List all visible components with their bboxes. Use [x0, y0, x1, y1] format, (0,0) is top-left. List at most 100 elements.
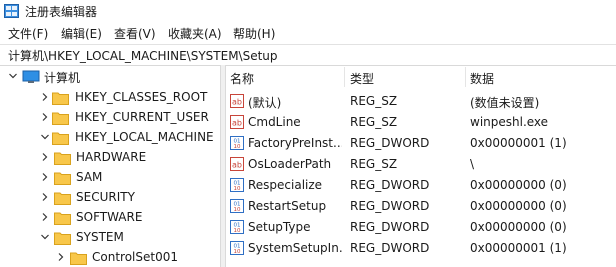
value-name: (默认): [248, 96, 282, 110]
tree-item-computer[interactable]: 计算机: [0, 67, 220, 87]
chevron-down-icon[interactable]: [8, 71, 18, 81]
value-data: 0x00000000 (0): [470, 220, 567, 234]
binary-value-icon: 0110: [230, 178, 244, 192]
folder-open-icon: [52, 132, 69, 145]
tree-item-system[interactable]: SYSTEM: [0, 228, 220, 248]
column-divider[interactable]: [465, 67, 466, 87]
tree-item-controlset001[interactable]: ControlSet001: [0, 248, 220, 267]
value-name: OsLoaderPath: [248, 157, 332, 171]
tree-item-hkey-local-machine[interactable]: HKEY_LOCAL_MACHINE: [0, 128, 220, 148]
string-value-icon: ab: [230, 115, 244, 129]
value-name: Respecialize: [248, 178, 323, 192]
binary-value-icon: 0110: [230, 241, 244, 255]
folder-open-icon: [54, 232, 71, 245]
value-row[interactable]: ab CmdLine REG_SZ winpeshl.exe: [226, 112, 616, 133]
column-divider[interactable]: [344, 67, 345, 87]
string-value-icon: ab: [230, 157, 244, 171]
folder-icon: [70, 252, 87, 265]
menu-edit[interactable]: 编辑(E): [61, 25, 102, 42]
value-data: 0x00000001 (1): [470, 241, 567, 255]
tree-label: HKEY_CLASSES_ROOT: [75, 90, 208, 104]
tree-label: HKEY_CURRENT_USER: [75, 110, 209, 124]
menu-view[interactable]: 查看(V): [114, 25, 156, 42]
chevron-down-icon[interactable]: [40, 132, 50, 142]
value-list[interactable]: 名称 类型 数据 ab (默认) REG_SZ (数值未设置) ab CmdLi…: [226, 65, 616, 267]
folder-icon: [54, 152, 71, 165]
chevron-down-icon[interactable]: [40, 232, 50, 242]
tree-item-hkey-current-user[interactable]: HKEY_CURRENT_USER: [0, 108, 220, 128]
menu-help[interactable]: 帮助(H): [233, 25, 275, 42]
value-row[interactable]: 01 10 RestartSetup REG_DWORD 0x00000000 (…: [226, 196, 616, 217]
binary-value-icon: 0110: [230, 199, 244, 213]
folder-icon: [54, 192, 71, 205]
svg-text:ab: ab: [232, 98, 242, 107]
chevron-right-icon[interactable]: [56, 252, 66, 262]
value-name: RestartSetup: [248, 199, 327, 213]
value-row[interactable]: 01 10 Respecialize REG_DWORD 0x00000000 (…: [226, 175, 616, 196]
computer-icon: [22, 70, 40, 83]
folder-icon: [54, 172, 71, 185]
chevron-right-icon[interactable]: [40, 172, 50, 182]
value-row[interactable]: 01 10 SystemSetupIn... REG_DWORD 0x000000…: [226, 238, 616, 259]
tree-item-software[interactable]: SOFTWARE: [0, 208, 220, 228]
svg-text:ab: ab: [232, 161, 242, 170]
value-data: winpeshl.exe: [470, 115, 549, 129]
tree-label: SYSTEM: [76, 230, 124, 244]
tree-label: SAM: [76, 170, 103, 184]
chevron-right-icon[interactable]: [40, 92, 50, 102]
string-value-icon: ab: [230, 94, 244, 108]
value-name: SystemSetupIn...: [248, 241, 342, 255]
value-row[interactable]: 01 10 FactoryPreInst... REG_DWORD 0x00000…: [226, 133, 616, 154]
tree-item-security[interactable]: SECURITY: [0, 188, 220, 208]
value-data: 0x00000001 (1): [470, 136, 567, 150]
tree-item-sam[interactable]: SAM: [0, 168, 220, 188]
tree-item-hardware[interactable]: HARDWARE: [0, 148, 220, 168]
chevron-right-icon[interactable]: [40, 152, 50, 162]
svg-text:10: 10: [234, 144, 241, 150]
menu-bar: 文件(F) 编辑(E) 查看(V) 收藏夹(A) 帮助(H): [0, 22, 616, 44]
value-type: REG_DWORD: [350, 220, 430, 234]
list-header: 名称 类型 数据: [226, 65, 616, 89]
tree-item-hkey-classes-root[interactable]: HKEY_CLASSES_ROOT: [0, 88, 220, 108]
value-row[interactable]: ab (默认) REG_SZ (数值未设置): [226, 91, 616, 112]
value-name: SetupType: [248, 220, 311, 234]
svg-text:10: 10: [234, 228, 241, 234]
svg-text:10: 10: [234, 249, 241, 255]
chevron-right-icon[interactable]: [40, 212, 50, 222]
address-bar[interactable]: 计算机\HKEY_LOCAL_MACHINE\SYSTEM\Setup: [0, 44, 616, 66]
menu-file[interactable]: 文件(F): [8, 25, 48, 42]
tree-label-computer: 计算机: [44, 71, 81, 85]
column-header-name[interactable]: 名称: [230, 70, 254, 87]
value-name: FactoryPreInst...: [248, 136, 342, 150]
folder-icon: [54, 212, 71, 225]
value-row[interactable]: 01 10 SetupType REG_DWORD 0x00000000 (0): [226, 217, 616, 238]
value-name: CmdLine: [248, 115, 301, 129]
tree-label: HARDWARE: [76, 150, 147, 164]
svg-text:ab: ab: [232, 119, 242, 128]
menu-favorites[interactable]: 收藏夹(A): [168, 25, 222, 42]
value-type: REG_SZ: [350, 94, 398, 108]
value-data: 0x00000000 (0): [470, 178, 567, 192]
value-type: REG_DWORD: [350, 241, 430, 255]
value-data: 0x00000000 (0): [470, 199, 567, 213]
value-data: (数值未设置): [470, 96, 540, 110]
value-type: REG_DWORD: [350, 199, 430, 213]
tree-label: HKEY_LOCAL_MACHINE: [75, 130, 214, 144]
column-header-type[interactable]: 类型: [350, 70, 374, 87]
window-title: 注册表编辑器: [25, 5, 98, 19]
key-tree[interactable]: 计算机 HKEY_CLASSES_ROOT HKEY_CURRENT_USER …: [0, 65, 220, 267]
chevron-right-icon[interactable]: [40, 192, 50, 202]
address-path[interactable]: 计算机\HKEY_LOCAL_MACHINE\SYSTEM\Setup: [8, 47, 278, 64]
value-type: REG_SZ: [350, 157, 398, 171]
value-type: REG_SZ: [350, 115, 398, 129]
value-type: REG_DWORD: [350, 136, 430, 150]
chevron-right-icon[interactable]: [40, 112, 50, 122]
tree-label: SECURITY: [76, 190, 135, 204]
title-bar[interactable]: 注册表编辑器: [0, 0, 616, 22]
value-row[interactable]: ab OsLoaderPath REG_SZ \: [226, 154, 616, 175]
tree-label: ControlSet001: [92, 250, 178, 264]
folder-icon: [52, 92, 69, 105]
binary-value-icon: 0110: [230, 220, 244, 234]
column-header-data[interactable]: 数据: [470, 70, 494, 87]
binary-value-icon: 0110: [230, 136, 244, 150]
